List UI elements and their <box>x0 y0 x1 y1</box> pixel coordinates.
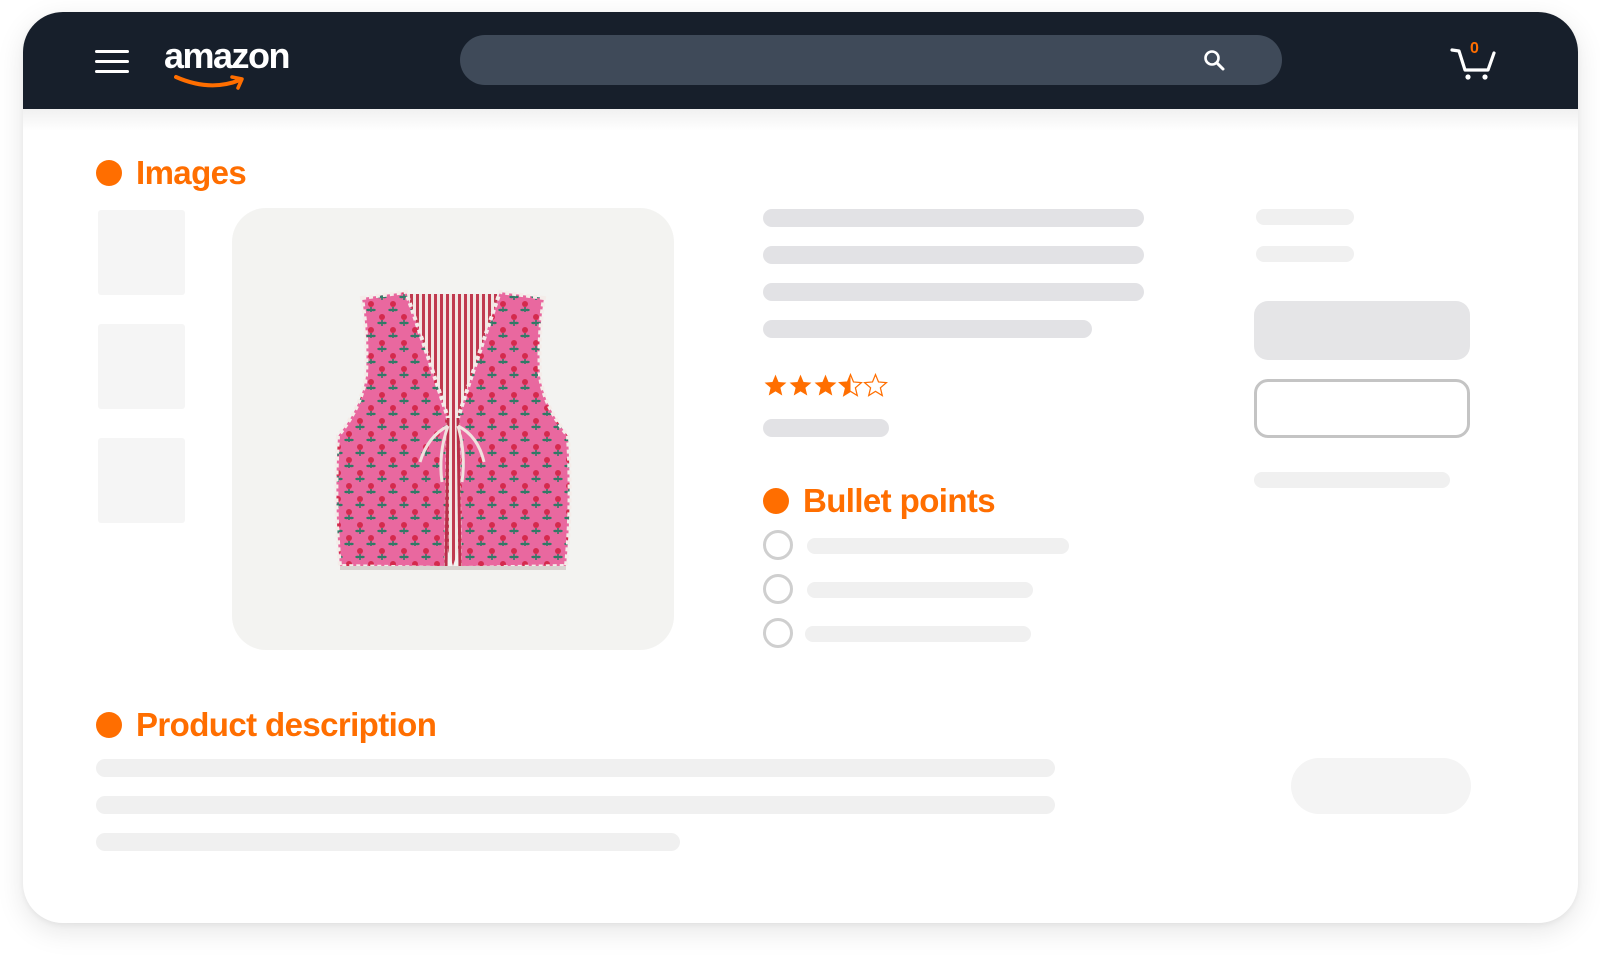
thumbnail-2[interactable] <box>98 324 185 409</box>
bullet-placeholder-line-2 <box>807 582 1033 598</box>
main-product-image[interactable] <box>232 208 674 650</box>
radio-circle-icon[interactable] <box>763 530 793 560</box>
add-to-cart-button[interactable] <box>1254 301 1470 360</box>
product-description-heading-label: Product description <box>136 706 437 743</box>
description-placeholder-line-1 <box>96 759 1055 777</box>
logo-smile-icon <box>174 75 244 90</box>
logo-text: amazon <box>164 35 291 76</box>
star-half-icon <box>838 373 863 397</box>
images-heading-label: Images <box>136 154 247 191</box>
delivery-placeholder-line <box>1254 472 1450 488</box>
title-placeholder-line-1 <box>763 209 1144 227</box>
radio-circle-icon[interactable] <box>763 574 793 604</box>
review-count-placeholder <box>763 419 889 437</box>
orange-dot-icon <box>96 712 122 738</box>
star-rating[interactable] <box>763 373 888 398</box>
images-heading: Images <box>96 154 247 192</box>
title-placeholder-line-2 <box>763 246 1144 264</box>
see-more-button[interactable] <box>1291 758 1471 814</box>
product-description-heading: Product description <box>96 706 437 744</box>
radio-circle-icon[interactable] <box>763 618 793 648</box>
navbar-shadow <box>23 109 1578 131</box>
star-empty-icon <box>863 373 888 397</box>
bullet-points-heading: Bullet points <box>763 482 996 520</box>
search-icon[interactable] <box>1202 48 1226 72</box>
thumbnail-1[interactable] <box>98 210 185 295</box>
buy-now-button[interactable] <box>1254 379 1470 438</box>
description-placeholder-line-3 <box>96 833 680 851</box>
amazon-logo[interactable]: amazon <box>164 34 304 94</box>
search-bar <box>460 35 1282 85</box>
bullet-points-heading-label: Bullet points <box>803 482 996 519</box>
cart-count-badge: 0 <box>1470 40 1479 57</box>
star-icon <box>814 374 837 396</box>
hamburger-menu-icon[interactable] <box>95 50 129 76</box>
search-input[interactable] <box>484 35 1184 85</box>
bullet-placeholder-line-1 <box>807 538 1069 554</box>
star-icon <box>789 374 812 396</box>
star-icon <box>764 374 787 396</box>
browser-window: amazon 0 Images Bullet points Product de… <box>23 12 1578 923</box>
bullet-placeholder-line-3 <box>805 626 1031 642</box>
description-placeholder-line-2 <box>96 796 1055 814</box>
orange-dot-icon <box>96 160 122 186</box>
title-placeholder-line-4 <box>763 320 1092 338</box>
price-placeholder-line-1 <box>1256 209 1354 225</box>
price-placeholder-line-2 <box>1256 246 1354 262</box>
top-navigation-bar: amazon 0 <box>23 12 1578 109</box>
thumbnail-3[interactable] <box>98 438 185 523</box>
orange-dot-icon <box>763 488 789 514</box>
title-placeholder-line-3 <box>763 283 1144 301</box>
cart-button[interactable]: 0 <box>1450 40 1498 82</box>
pink-floral-vest-image <box>334 289 572 571</box>
